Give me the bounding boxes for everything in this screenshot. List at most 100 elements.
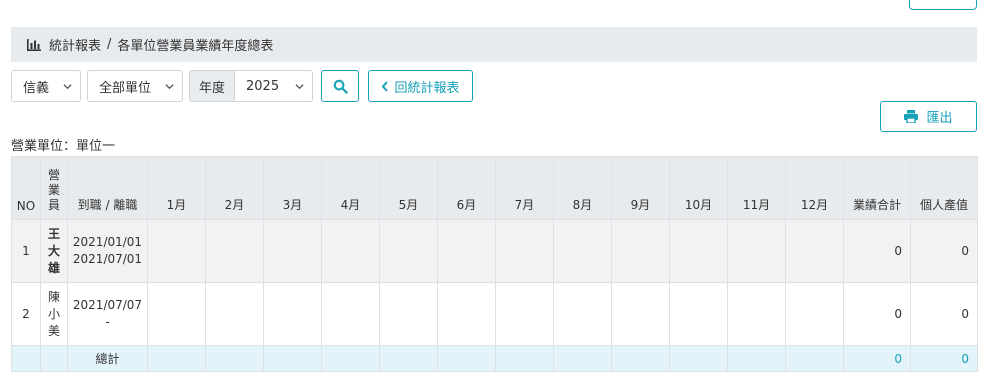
month-cell — [205, 345, 264, 372]
export-button[interactable]: 匯出 — [880, 101, 977, 132]
col-header-month: 6月 — [437, 156, 496, 220]
row-no: 1 — [11, 219, 41, 283]
month-cell — [553, 282, 612, 346]
col-header-month: 2月 — [205, 156, 264, 220]
col-header-no: NO — [11, 156, 41, 220]
top-right-button[interactable] — [909, 0, 977, 10]
row-total: 0 — [843, 219, 911, 283]
col-header-month: 10月 — [669, 156, 728, 220]
total-blank-cell — [40, 345, 68, 372]
join-date: 2021/07/07 — [72, 298, 143, 312]
unit-label: 營業單位：單位一 — [11, 139, 116, 154]
chevron-left-icon — [382, 80, 389, 92]
col-header-salesperson: 營業員 — [40, 156, 68, 220]
branch-select[interactable]: 信義 — [11, 70, 81, 102]
chevron-down-icon — [165, 83, 174, 89]
month-cell — [263, 282, 322, 346]
month-cell — [205, 219, 264, 283]
table-row: 2 陳小美 2021/07/07 - 0 0 — [11, 282, 978, 346]
join-date: 2021/01/01 — [72, 235, 143, 249]
breadcrumb: 統計報表 / 各單位營業員業績年度總表 — [11, 27, 977, 62]
chevron-down-icon — [295, 83, 304, 89]
col-header-month: 9月 — [611, 156, 670, 220]
table-header-row: NO 營業員 到職 / 離職 1月 2月 3月 4月 5月 6月 7月 8月 9… — [11, 156, 978, 220]
month-cell — [669, 219, 728, 283]
total-label: 總計 — [67, 345, 148, 372]
month-cell — [379, 282, 438, 346]
bar-chart-icon — [27, 38, 41, 51]
month-cell — [379, 345, 438, 372]
month-cell — [785, 282, 844, 346]
breadcrumb-separator: / — [107, 37, 112, 52]
salesperson-name[interactable]: 王大雄 — [40, 219, 68, 283]
month-cell — [321, 282, 380, 346]
month-cell — [205, 282, 264, 346]
breadcrumb-section[interactable]: 統計報表 — [49, 35, 101, 54]
col-header-month: 4月 — [321, 156, 380, 220]
leave-date: 2021/07/01 — [72, 252, 143, 266]
month-cell — [553, 219, 612, 283]
month-cell — [495, 219, 554, 283]
print-icon — [904, 110, 919, 123]
breadcrumb-page: 各單位營業員業績年度總表 — [117, 39, 274, 54]
month-cell — [147, 345, 206, 372]
join-leave-dates: 2021/01/01 2021/07/01 — [67, 219, 148, 283]
month-cell — [263, 345, 322, 372]
chevron-down-icon — [63, 83, 72, 89]
month-cell — [147, 282, 206, 346]
month-cell — [437, 345, 496, 372]
unit-select-value: 全部單位 — [99, 80, 152, 96]
table-row: 1 王大雄 2021/01/01 2021/07/01 0 0 — [11, 219, 978, 283]
col-header-month: 12月 — [785, 156, 844, 220]
month-cell — [669, 345, 728, 372]
month-cell — [495, 282, 554, 346]
col-header-month: 8月 — [553, 156, 612, 220]
branch-select-value: 信義 — [23, 80, 50, 96]
join-leave-dates: 2021/07/07 - — [67, 282, 148, 346]
col-header-month: 11月 — [727, 156, 786, 220]
month-cell — [321, 345, 380, 372]
col-header-dates: 到職 / 離職 — [67, 156, 148, 220]
performance-table: NO 營業員 到職 / 離職 1月 2月 3月 4月 5月 6月 7月 8月 9… — [11, 156, 978, 372]
year-label: 年度 — [189, 70, 234, 102]
month-cell — [379, 219, 438, 283]
month-cell — [321, 219, 380, 283]
month-cell — [669, 282, 728, 346]
month-cell — [611, 219, 670, 283]
month-cell — [495, 345, 554, 372]
search-button[interactable] — [321, 70, 359, 102]
year-select[interactable]: 2025 — [234, 70, 313, 102]
search-icon — [333, 79, 348, 94]
back-button-label: 回統計報表 — [394, 80, 460, 96]
month-cell — [553, 345, 612, 372]
row-productivity: 0 — [910, 219, 978, 283]
month-cell — [727, 282, 786, 346]
grand-productivity: 0 — [910, 345, 978, 372]
month-cell — [727, 219, 786, 283]
total-blank-cell — [11, 345, 41, 372]
month-cell — [785, 345, 844, 372]
col-header-month: 1月 — [147, 156, 206, 220]
month-cell — [611, 345, 670, 372]
year-select-value: 2025 — [246, 78, 280, 94]
col-header-month: 3月 — [263, 156, 322, 220]
unit-select[interactable]: 全部單位 — [87, 70, 183, 102]
leave-date: - — [105, 315, 110, 329]
month-cell — [727, 345, 786, 372]
filter-bar: 信義 全部單位 年度 2025 回統計報表 — [11, 70, 473, 102]
month-cell — [147, 219, 206, 283]
salesperson-name[interactable]: 陳小美 — [40, 282, 68, 346]
row-no: 2 — [11, 282, 41, 346]
grand-total: 0 — [843, 345, 911, 372]
row-total: 0 — [843, 282, 911, 346]
month-cell — [437, 219, 496, 283]
col-header-month: 5月 — [379, 156, 438, 220]
back-to-reports-button[interactable]: 回統計報表 — [368, 70, 473, 102]
row-productivity: 0 — [910, 282, 978, 346]
table-total-row: 總計 0 0 — [11, 345, 978, 372]
month-cell — [437, 282, 496, 346]
salesperson-name-text: 陳小美 — [47, 289, 60, 338]
export-label: 匯出 — [926, 111, 953, 126]
col-header-month: 7月 — [495, 156, 554, 220]
month-cell — [263, 219, 322, 283]
